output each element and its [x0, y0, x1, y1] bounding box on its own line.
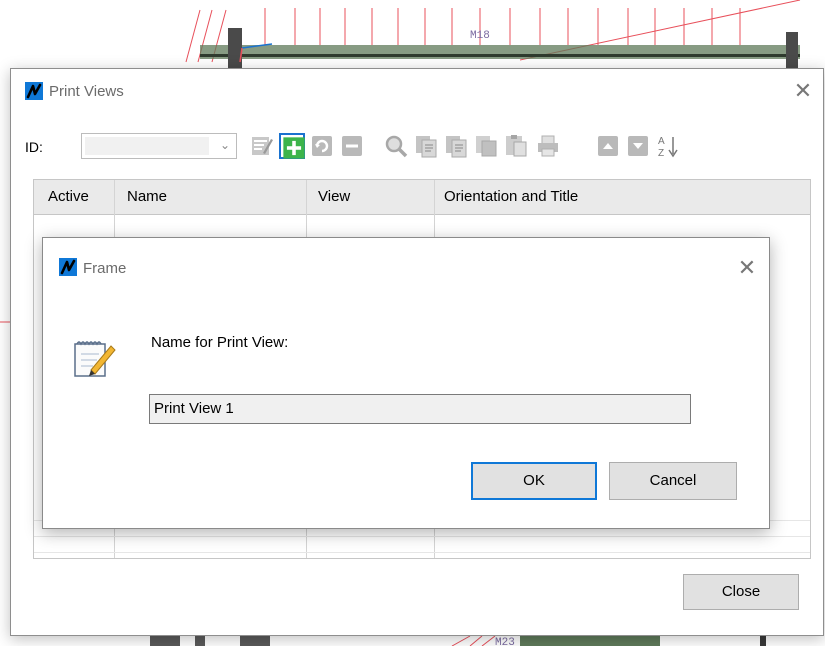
copy-alt-button[interactable]: [443, 133, 469, 159]
refresh-icon: [312, 136, 332, 156]
print-icon: [538, 135, 558, 157]
paste-alt-icon: [506, 135, 527, 157]
copy-alt-icon: [446, 136, 467, 158]
frame-titlebar: Frame ✕: [43, 238, 769, 298]
member-label-bottom: M23: [495, 637, 515, 646]
app-logo-icon: [25, 82, 43, 100]
add-button[interactable]: [279, 133, 305, 159]
table-row-divider: [34, 536, 810, 537]
move-down-icon: [628, 136, 648, 156]
print-views-toolbar: ID: ⌄ A Z: [11, 127, 823, 167]
column-header-active[interactable]: Active: [48, 188, 89, 205]
id-label: ID:: [25, 139, 43, 155]
id-value: [85, 137, 209, 155]
app-logo-icon: [59, 258, 77, 276]
paste-alt-button[interactable]: [503, 133, 529, 159]
refresh-button[interactable]: [309, 133, 335, 159]
column-header-orientation-title[interactable]: Orientation and Title: [444, 188, 578, 205]
member-label-top: M18: [470, 30, 490, 42]
svg-text:Z: Z: [658, 148, 664, 159]
print-view-name-label: Name for Print View:: [151, 334, 289, 351]
frame-title: Frame: [83, 260, 127, 277]
print-views-titlebar: Print Views ✕: [11, 69, 823, 114]
paste-button[interactable]: [473, 133, 499, 159]
close-icon[interactable]: ✕: [733, 254, 761, 282]
edit-icon: [252, 137, 273, 155]
add-icon: [283, 137, 305, 159]
copy-icon: [416, 136, 437, 158]
zoom-icon: [385, 135, 408, 158]
column-header-view[interactable]: View: [318, 188, 350, 205]
sort-az-button[interactable]: AZ: [655, 133, 681, 159]
frame-dialog: Frame ✕ Name for Print View: Print View …: [42, 237, 770, 529]
cancel-button[interactable]: Cancel: [609, 462, 737, 500]
copy-button[interactable]: [413, 133, 439, 159]
chevron-down-icon: ⌄: [219, 138, 230, 152]
column-header-name[interactable]: Name: [127, 188, 167, 205]
delete-icon: [342, 136, 362, 156]
print-button[interactable]: [535, 133, 561, 159]
edit-button[interactable]: [249, 133, 275, 159]
close-icon[interactable]: ✕: [789, 77, 817, 105]
print-views-title: Print Views: [49, 83, 124, 100]
sort-az-icon: AZ: [658, 136, 678, 159]
move-up-icon: [598, 136, 618, 156]
zoom-button[interactable]: [383, 133, 409, 159]
close-button[interactable]: Close: [683, 574, 799, 610]
move-down-button[interactable]: [625, 133, 651, 159]
svg-text:A: A: [658, 136, 665, 147]
paste-icon: [476, 136, 497, 157]
id-dropdown[interactable]: ⌄: [81, 133, 237, 159]
delete-button[interactable]: [339, 133, 365, 159]
table-row-divider: [34, 552, 810, 553]
move-up-button[interactable]: [595, 133, 621, 159]
print-view-name-input[interactable]: Print View 1: [149, 394, 691, 424]
table-header: Active Name View Orientation and Title: [34, 180, 810, 215]
notepad-pencil-icon: [74, 341, 116, 377]
ok-button[interactable]: OK: [471, 462, 597, 500]
